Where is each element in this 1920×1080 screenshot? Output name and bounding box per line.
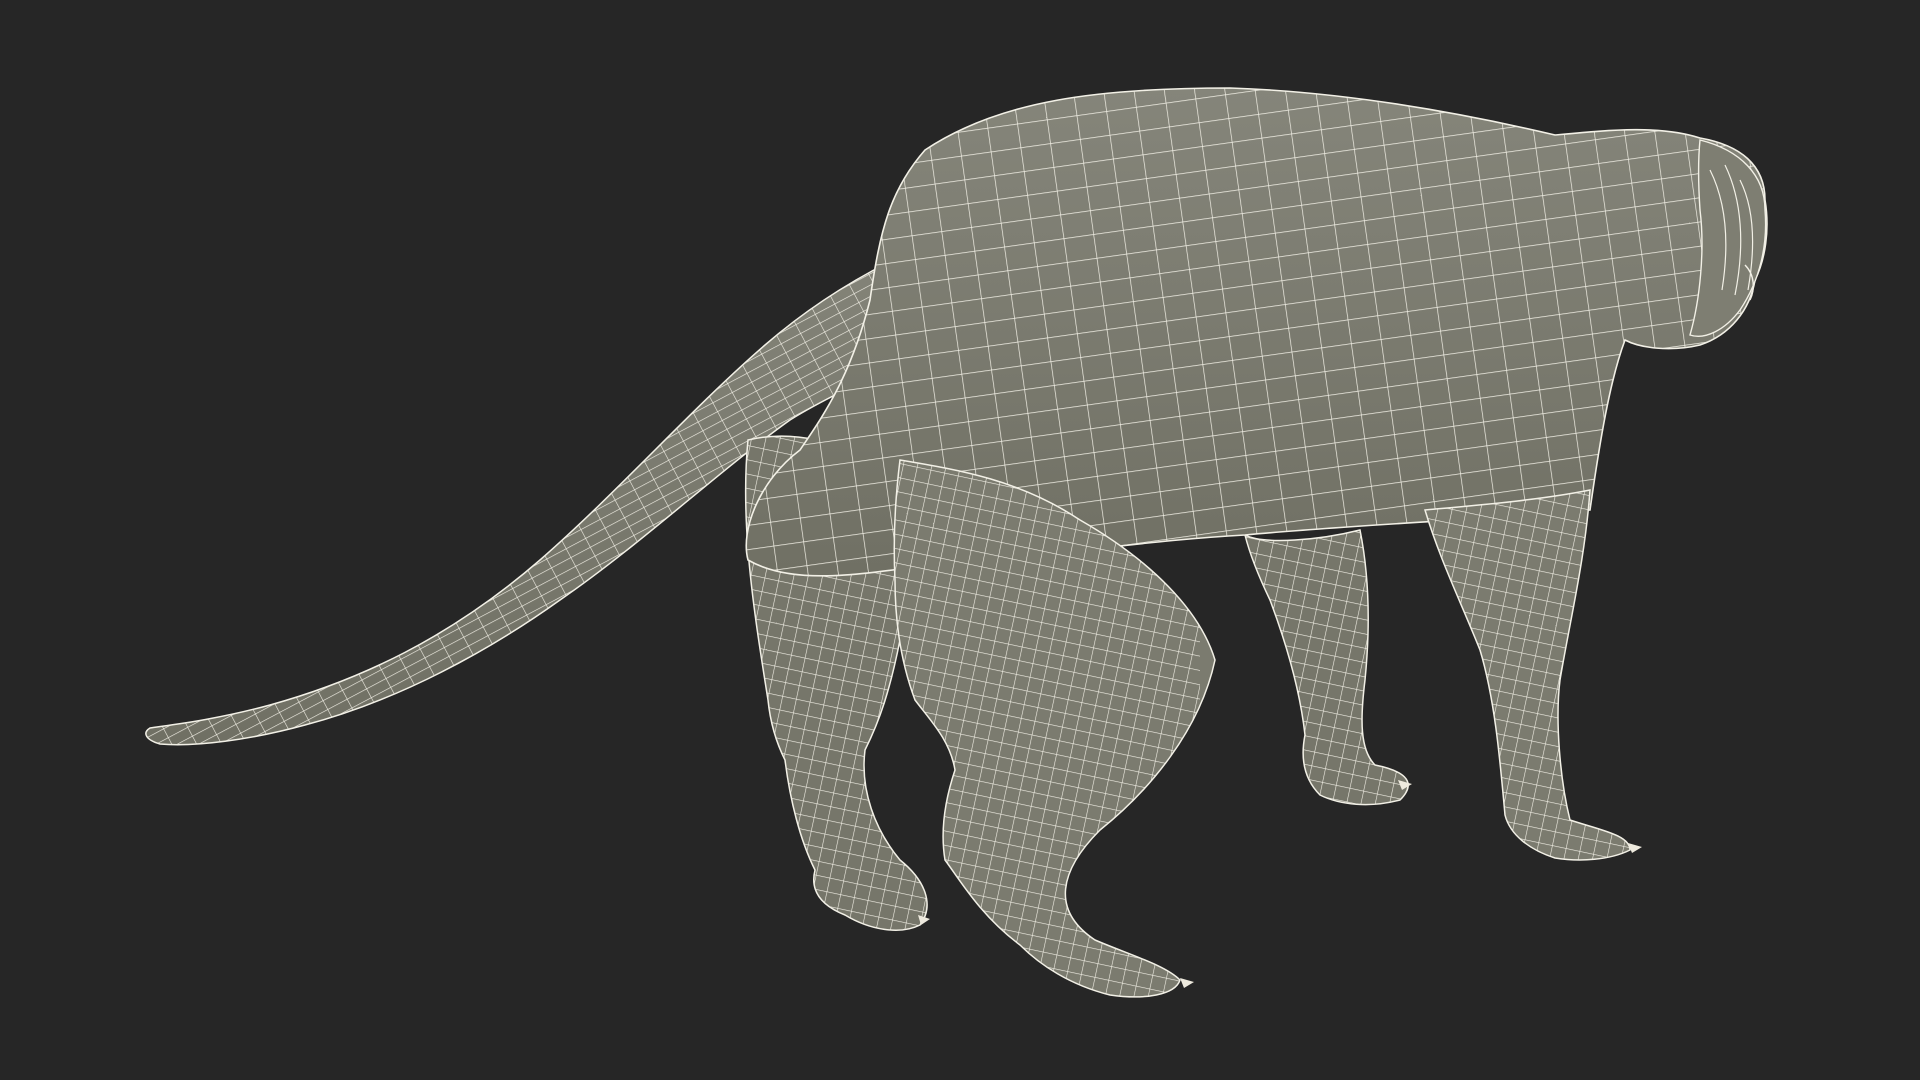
front-leg-near-mesh [1424, 489, 1631, 861]
render-viewport [0, 0, 1920, 1080]
front-leg-far-mesh [1244, 529, 1409, 806]
monkey-wireframe-render [145, 87, 1768, 998]
